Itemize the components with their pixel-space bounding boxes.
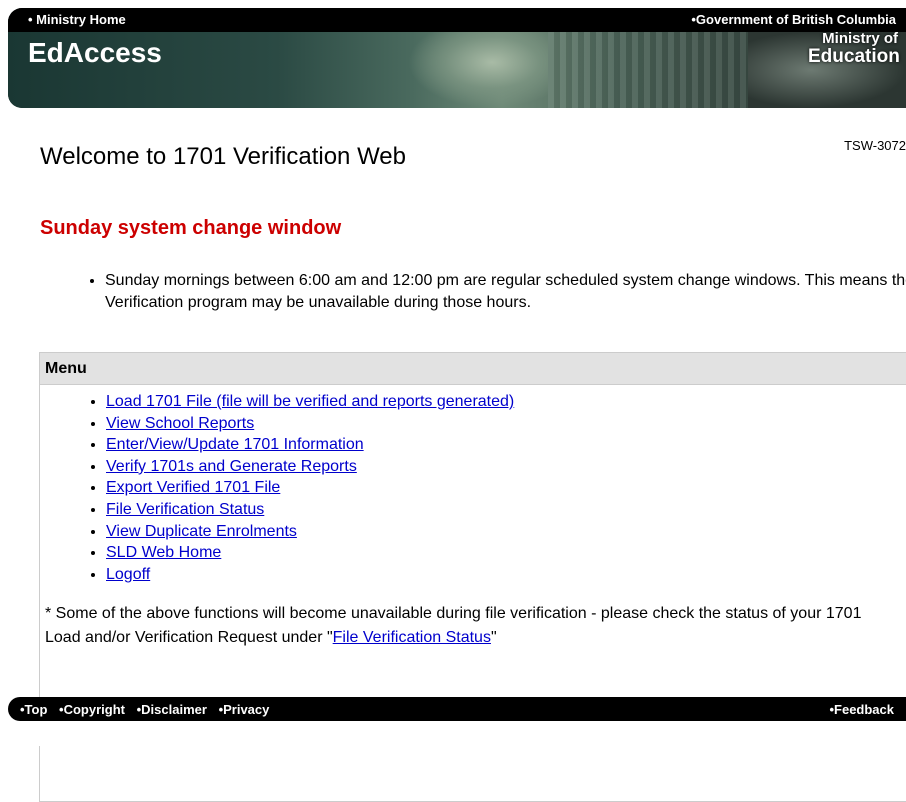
menu-link-sld-web-home[interactable]: SLD Web Home <box>106 544 221 561</box>
site-footer: •Top •Copyright •Disclaimer •Privacy •Fe… <box>8 697 906 721</box>
menu-link-file-verification-status[interactable]: File Verification Status <box>106 501 264 518</box>
footer-top-link[interactable]: •Top <box>20 702 47 717</box>
site-header: • Ministry Home •Government of British C… <box>8 8 906 108</box>
ministry-of-education-logo: Ministry of Education <box>808 30 900 67</box>
menu-item: Load 1701 File (file will be verified an… <box>106 391 906 413</box>
site-brand: EdAccess <box>28 37 162 68</box>
menu-link-load-1701-file[interactable]: Load 1701 File (file will be verified an… <box>106 393 514 410</box>
footer-copyright-link[interactable]: •Copyright <box>59 702 125 717</box>
menu-list: Load 1701 File (file will be verified an… <box>40 391 906 585</box>
ministry-home-link[interactable]: • Ministry Home <box>28 12 126 27</box>
menu-link-verify-generate[interactable]: Verify 1701s and Generate Reports <box>106 458 357 475</box>
page-bottom-area <box>0 721 906 746</box>
menu-item: Verify 1701s and Generate Reports <box>106 456 906 478</box>
notice-item: Sunday mornings between 6:00 am and 12:0… <box>105 270 906 314</box>
gov-bc-link[interactable]: •Government of British Columbia <box>691 12 896 27</box>
footer-links: •Top •Copyright •Disclaimer •Privacy <box>20 702 277 717</box>
menu-note-text-end: " <box>490 629 497 647</box>
menu-link-export-file[interactable]: Export Verified 1701 File <box>106 479 280 496</box>
top-nav-bar: • Ministry Home •Government of British C… <box>8 8 906 32</box>
logo-line-2: Education <box>808 46 900 67</box>
footer-feedback-link[interactable]: •Feedback <box>829 702 894 717</box>
menu-item: SLD Web Home <box>106 542 906 564</box>
notice-title: Sunday system change window <box>40 217 342 239</box>
menu-link-logoff[interactable]: Logoff <box>106 566 150 583</box>
page-code: TSW-3072 <box>844 138 906 153</box>
menu-item: File Verification Status <box>106 499 906 521</box>
menu-item: Logoff <box>106 564 906 586</box>
menu-item: Enter/View/Update 1701 Information <box>106 434 906 456</box>
menu-note-status-link[interactable]: File Verification Status <box>333 629 491 646</box>
footer-disclaimer-link[interactable]: •Disclaimer <box>137 702 207 717</box>
menu-link-enter-view-update[interactable]: Enter/View/Update 1701 Information <box>106 436 364 453</box>
page-title: Welcome to 1701 Verification Web <box>40 143 406 170</box>
banner-photo-crowd <box>548 32 748 108</box>
menu-item: Export Verified 1701 File <box>106 477 906 499</box>
banner-photo-students <box>408 32 548 108</box>
menu-link-view-duplicate-enrolments[interactable]: View Duplicate Enrolments <box>106 523 297 540</box>
menu-item: View School Reports <box>106 413 906 435</box>
menu-item: View Duplicate Enrolments <box>106 521 906 543</box>
menu-header: Menu <box>40 353 906 385</box>
menu-note: * Some of the above functions will becom… <box>45 602 895 650</box>
menu-link-view-school-reports[interactable]: View School Reports <box>106 415 254 432</box>
footer-privacy-link[interactable]: •Privacy <box>219 702 270 717</box>
notice-list: Sunday mornings between 6:00 am and 12:0… <box>40 270 906 314</box>
